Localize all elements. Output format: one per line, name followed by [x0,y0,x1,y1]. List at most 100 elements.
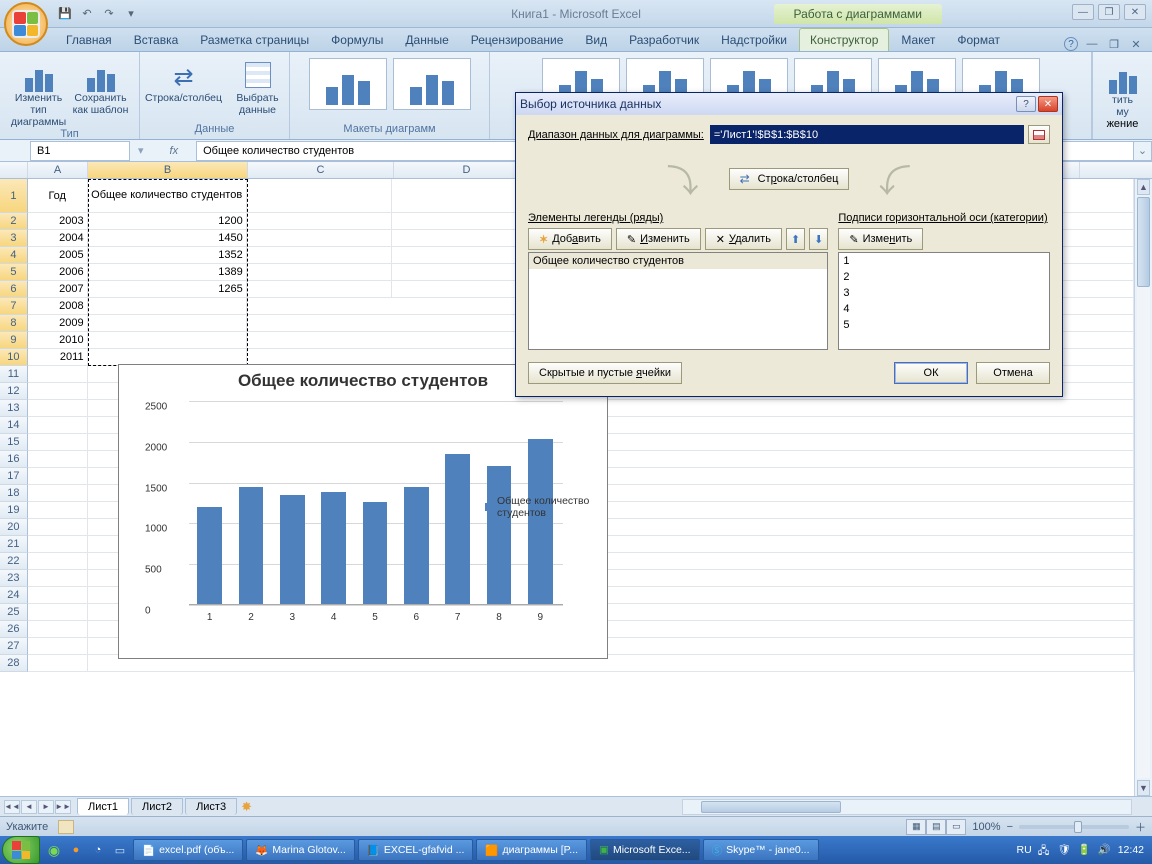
cell[interactable] [28,604,88,621]
sheet-nav-last-icon[interactable]: ►► [55,800,71,814]
row-header[interactable]: 18 [0,485,28,502]
ok-button[interactable]: ОК [894,362,968,384]
cell-B1[interactable]: Общее количество студентов [88,179,247,213]
switch-row-column-dialog-button[interactable]: ⇄ Строка/столбец [729,168,850,190]
col-header-A[interactable]: A [28,162,88,178]
redo-icon[interactable]: ↷ [100,5,118,23]
cell-A1[interactable]: Год [28,179,88,213]
select-all-corner[interactable] [0,162,28,178]
row-header[interactable]: 14 [0,417,28,434]
vertical-scrollbar[interactable]: ▲ ▼ [1134,179,1152,796]
minimize-button[interactable]: — [1072,4,1094,20]
cell[interactable] [28,519,88,536]
tab-formulas[interactable]: Формулы [321,29,393,51]
workbook-restore-icon[interactable]: ❐ [1106,37,1122,51]
tab-design[interactable]: Конструктор [799,28,889,51]
tray-network-icon[interactable]: 🖧 [1038,843,1052,857]
tray-clock[interactable]: 12:42 [1118,844,1144,856]
row-header[interactable]: 21 [0,536,28,553]
tab-addins[interactable]: Надстройки [711,29,797,51]
cell[interactable] [28,366,88,383]
row-header[interactable]: 12 [0,383,28,400]
task-btn-2[interactable]: 🦊Marina Glotov... [246,839,354,861]
ql-desktop-icon[interactable]: ▭ [110,839,130,861]
tab-review[interactable]: Рецензирование [461,29,574,51]
cell[interactable] [28,400,88,417]
switch-row-column-button[interactable]: ⇄ Строка/столбец [144,54,224,116]
office-button[interactable] [4,2,48,46]
cell[interactable] [28,553,88,570]
tray-lang[interactable]: RU [1017,844,1032,856]
task-btn-5[interactable]: ▣Microsoft Exce... [590,839,700,861]
row-header[interactable]: 7 [0,298,28,315]
macro-record-icon[interactable] [58,820,74,834]
row-header[interactable]: 26 [0,621,28,638]
cancel-button[interactable]: Отмена [976,362,1050,384]
tab-layout[interactable]: Макет [891,29,945,51]
col-header-C[interactable]: C [248,162,394,178]
zoom-slider-thumb[interactable] [1074,821,1082,833]
cell[interactable] [247,264,392,281]
ql-firefox-icon[interactable]: ● [66,839,86,861]
fx-icon[interactable]: fx [152,145,197,157]
scroll-up-icon[interactable]: ▲ [1137,179,1150,195]
cell[interactable] [28,655,88,672]
help-icon[interactable]: ? [1064,37,1078,51]
cell[interactable] [247,230,392,247]
row-header[interactable]: 25 [0,604,28,621]
sheet-tab-1[interactable]: Лист1 [77,798,129,815]
zoom-in-icon[interactable]: ＋ [1135,819,1146,835]
categories-listbox[interactable]: 1 2 3 4 5 [838,252,1050,350]
row-header[interactable]: 19 [0,502,28,519]
cell[interactable] [88,298,247,315]
series-move-up-button[interactable]: ⬆ [786,228,805,250]
row-header[interactable]: 11 [0,366,28,383]
tab-home[interactable]: Главная [56,29,122,51]
category-item[interactable]: 1 [839,253,1049,269]
chart-layout-1[interactable] [309,58,387,110]
zoom-level[interactable]: 100% [972,821,1000,833]
sheet-nav-prev-icon[interactable]: ◄ [21,800,37,814]
row-header[interactable]: 9 [0,332,28,349]
series-listbox[interactable]: Общее количество студентов [528,252,828,350]
tab-data[interactable]: Данные [395,29,458,51]
hscroll-thumb[interactable] [701,801,841,813]
row-header[interactable]: 22 [0,553,28,570]
ql-utorrent-icon[interactable]: ◉ [44,839,64,861]
category-item[interactable]: 4 [839,301,1049,317]
cell[interactable] [28,451,88,468]
page-layout-view-icon[interactable]: ▤ [926,819,946,835]
row-header[interactable]: 4 [0,247,28,264]
cell[interactable] [28,485,88,502]
tab-view[interactable]: Вид [575,29,617,51]
row-header[interactable]: 2 [0,213,28,230]
task-btn-1[interactable]: 📄excel.pdf (объ... [133,839,243,861]
categories-edit-button[interactable]: ✎Изменить [838,228,923,250]
cell[interactable] [88,315,247,332]
row-header[interactable]: 8 [0,315,28,332]
ql-chrome-icon[interactable]: ◔ [88,839,108,861]
row-header[interactable]: 20 [0,519,28,536]
cell[interactable] [28,638,88,655]
tray-volume-icon[interactable]: 🔊 [1098,843,1112,857]
row-header[interactable]: 13 [0,400,28,417]
change-chart-type-button[interactable]: Изменить тип диаграммы [11,54,67,128]
cell[interactable] [28,502,88,519]
cell[interactable]: 1265 [88,281,247,298]
series-delete-button[interactable]: ✕Удалить [705,228,782,250]
cell[interactable] [28,383,88,400]
tray-shield-icon[interactable]: 🛡 [1058,843,1072,857]
dialog-close-button[interactable]: ✕ [1038,96,1058,112]
save-as-template-button[interactable]: Сохранить как шаблон [73,54,129,128]
cell[interactable]: 2007 [28,281,88,298]
dialog-titlebar[interactable]: Выбор источника данных ? ✕ [516,93,1062,115]
row-header[interactable]: 27 [0,638,28,655]
tab-insert[interactable]: Вставка [124,29,189,51]
zoom-out-icon[interactable]: − [1007,821,1013,833]
move-chart-icon[interactable] [1105,58,1141,94]
category-item[interactable]: 2 [839,269,1049,285]
page-break-view-icon[interactable]: ▭ [946,819,966,835]
sheet-tab-2[interactable]: Лист2 [131,798,183,815]
row-header[interactable]: 16 [0,451,28,468]
cell[interactable]: 1389 [88,264,247,281]
